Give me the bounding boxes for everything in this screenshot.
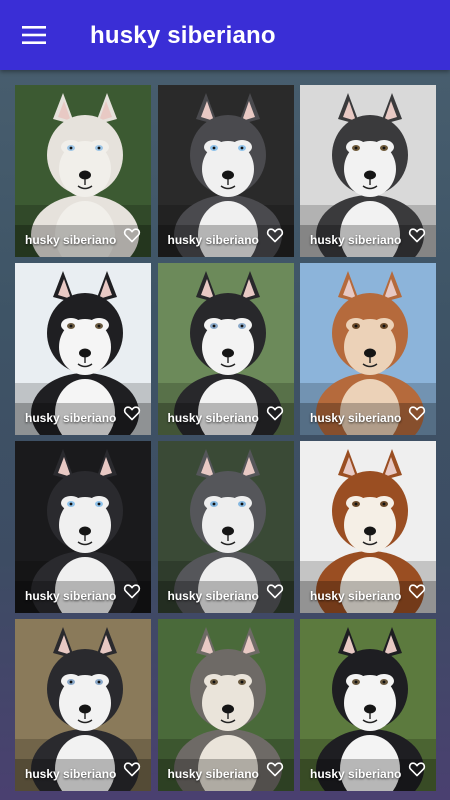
favorite-button[interactable] bbox=[408, 405, 426, 421]
heart-outline-icon bbox=[266, 762, 283, 777]
app-bar: husky siberiano bbox=[0, 0, 450, 70]
favorite-button[interactable] bbox=[266, 227, 284, 243]
heart-outline-icon bbox=[408, 584, 426, 599]
heart-outline-icon bbox=[123, 584, 141, 599]
favorite-button[interactable] bbox=[123, 227, 141, 243]
menu-button[interactable] bbox=[14, 17, 54, 53]
image-grid: husky siberiano husky siberiano husky sibe… bbox=[15, 85, 436, 791]
tile-label: husky siberiano bbox=[167, 411, 259, 425]
tile-label: husky siberiano bbox=[167, 589, 259, 603]
favorite-button[interactable] bbox=[266, 583, 284, 599]
tile-label: husky siberiano bbox=[167, 767, 259, 781]
image-tile[interactable]: husky siberiano bbox=[300, 619, 436, 791]
image-tile[interactable]: husky siberiano bbox=[15, 263, 151, 435]
favorite-button[interactable] bbox=[266, 761, 284, 777]
tile-label: husky siberiano bbox=[310, 767, 402, 781]
heart-outline-icon bbox=[123, 406, 141, 421]
image-tile[interactable]: husky siberiano bbox=[15, 85, 151, 257]
favorite-button[interactable] bbox=[408, 227, 426, 243]
favorite-button[interactable] bbox=[123, 405, 141, 421]
image-tile[interactable]: husky siberiano bbox=[15, 441, 151, 613]
image-tile[interactable]: husky siberiano bbox=[157, 619, 294, 791]
heart-outline-icon bbox=[123, 228, 141, 243]
hamburger-menu-icon bbox=[22, 26, 46, 44]
app-title: husky siberiano bbox=[90, 22, 276, 49]
heart-outline-icon bbox=[266, 406, 283, 421]
tile-label: husky siberiano bbox=[310, 233, 402, 247]
tile-label: husky siberiano bbox=[310, 589, 402, 603]
tile-label: husky siberiano bbox=[310, 411, 402, 425]
tile-label: husky siberiano bbox=[167, 233, 259, 247]
tile-label: husky siberiano bbox=[25, 767, 117, 781]
tile-label: husky siberiano bbox=[25, 233, 117, 247]
image-tile[interactable]: husky siberiano bbox=[300, 85, 436, 257]
image-tile[interactable]: husky siberiano bbox=[15, 619, 151, 791]
tile-label: husky siberiano bbox=[25, 589, 117, 603]
tile-label: husky siberiano bbox=[25, 411, 117, 425]
heart-outline-icon bbox=[408, 228, 426, 243]
favorite-button[interactable] bbox=[266, 405, 284, 421]
heart-outline-icon bbox=[123, 762, 141, 777]
favorite-button[interactable] bbox=[408, 761, 426, 777]
favorite-button[interactable] bbox=[408, 583, 426, 599]
favorite-button[interactable] bbox=[123, 583, 141, 599]
heart-outline-icon bbox=[408, 406, 426, 421]
favorite-button[interactable] bbox=[123, 761, 141, 777]
image-tile[interactable]: husky siberiano bbox=[157, 441, 294, 613]
heart-outline-icon bbox=[408, 762, 426, 777]
image-tile[interactable]: husky siberiano bbox=[300, 263, 436, 435]
image-tile[interactable]: husky siberiano bbox=[157, 263, 294, 435]
image-tile[interactable]: husky siberiano bbox=[157, 85, 294, 257]
heart-outline-icon bbox=[266, 584, 283, 599]
heart-outline-icon bbox=[266, 228, 283, 243]
image-tile[interactable]: husky siberiano bbox=[300, 441, 436, 613]
